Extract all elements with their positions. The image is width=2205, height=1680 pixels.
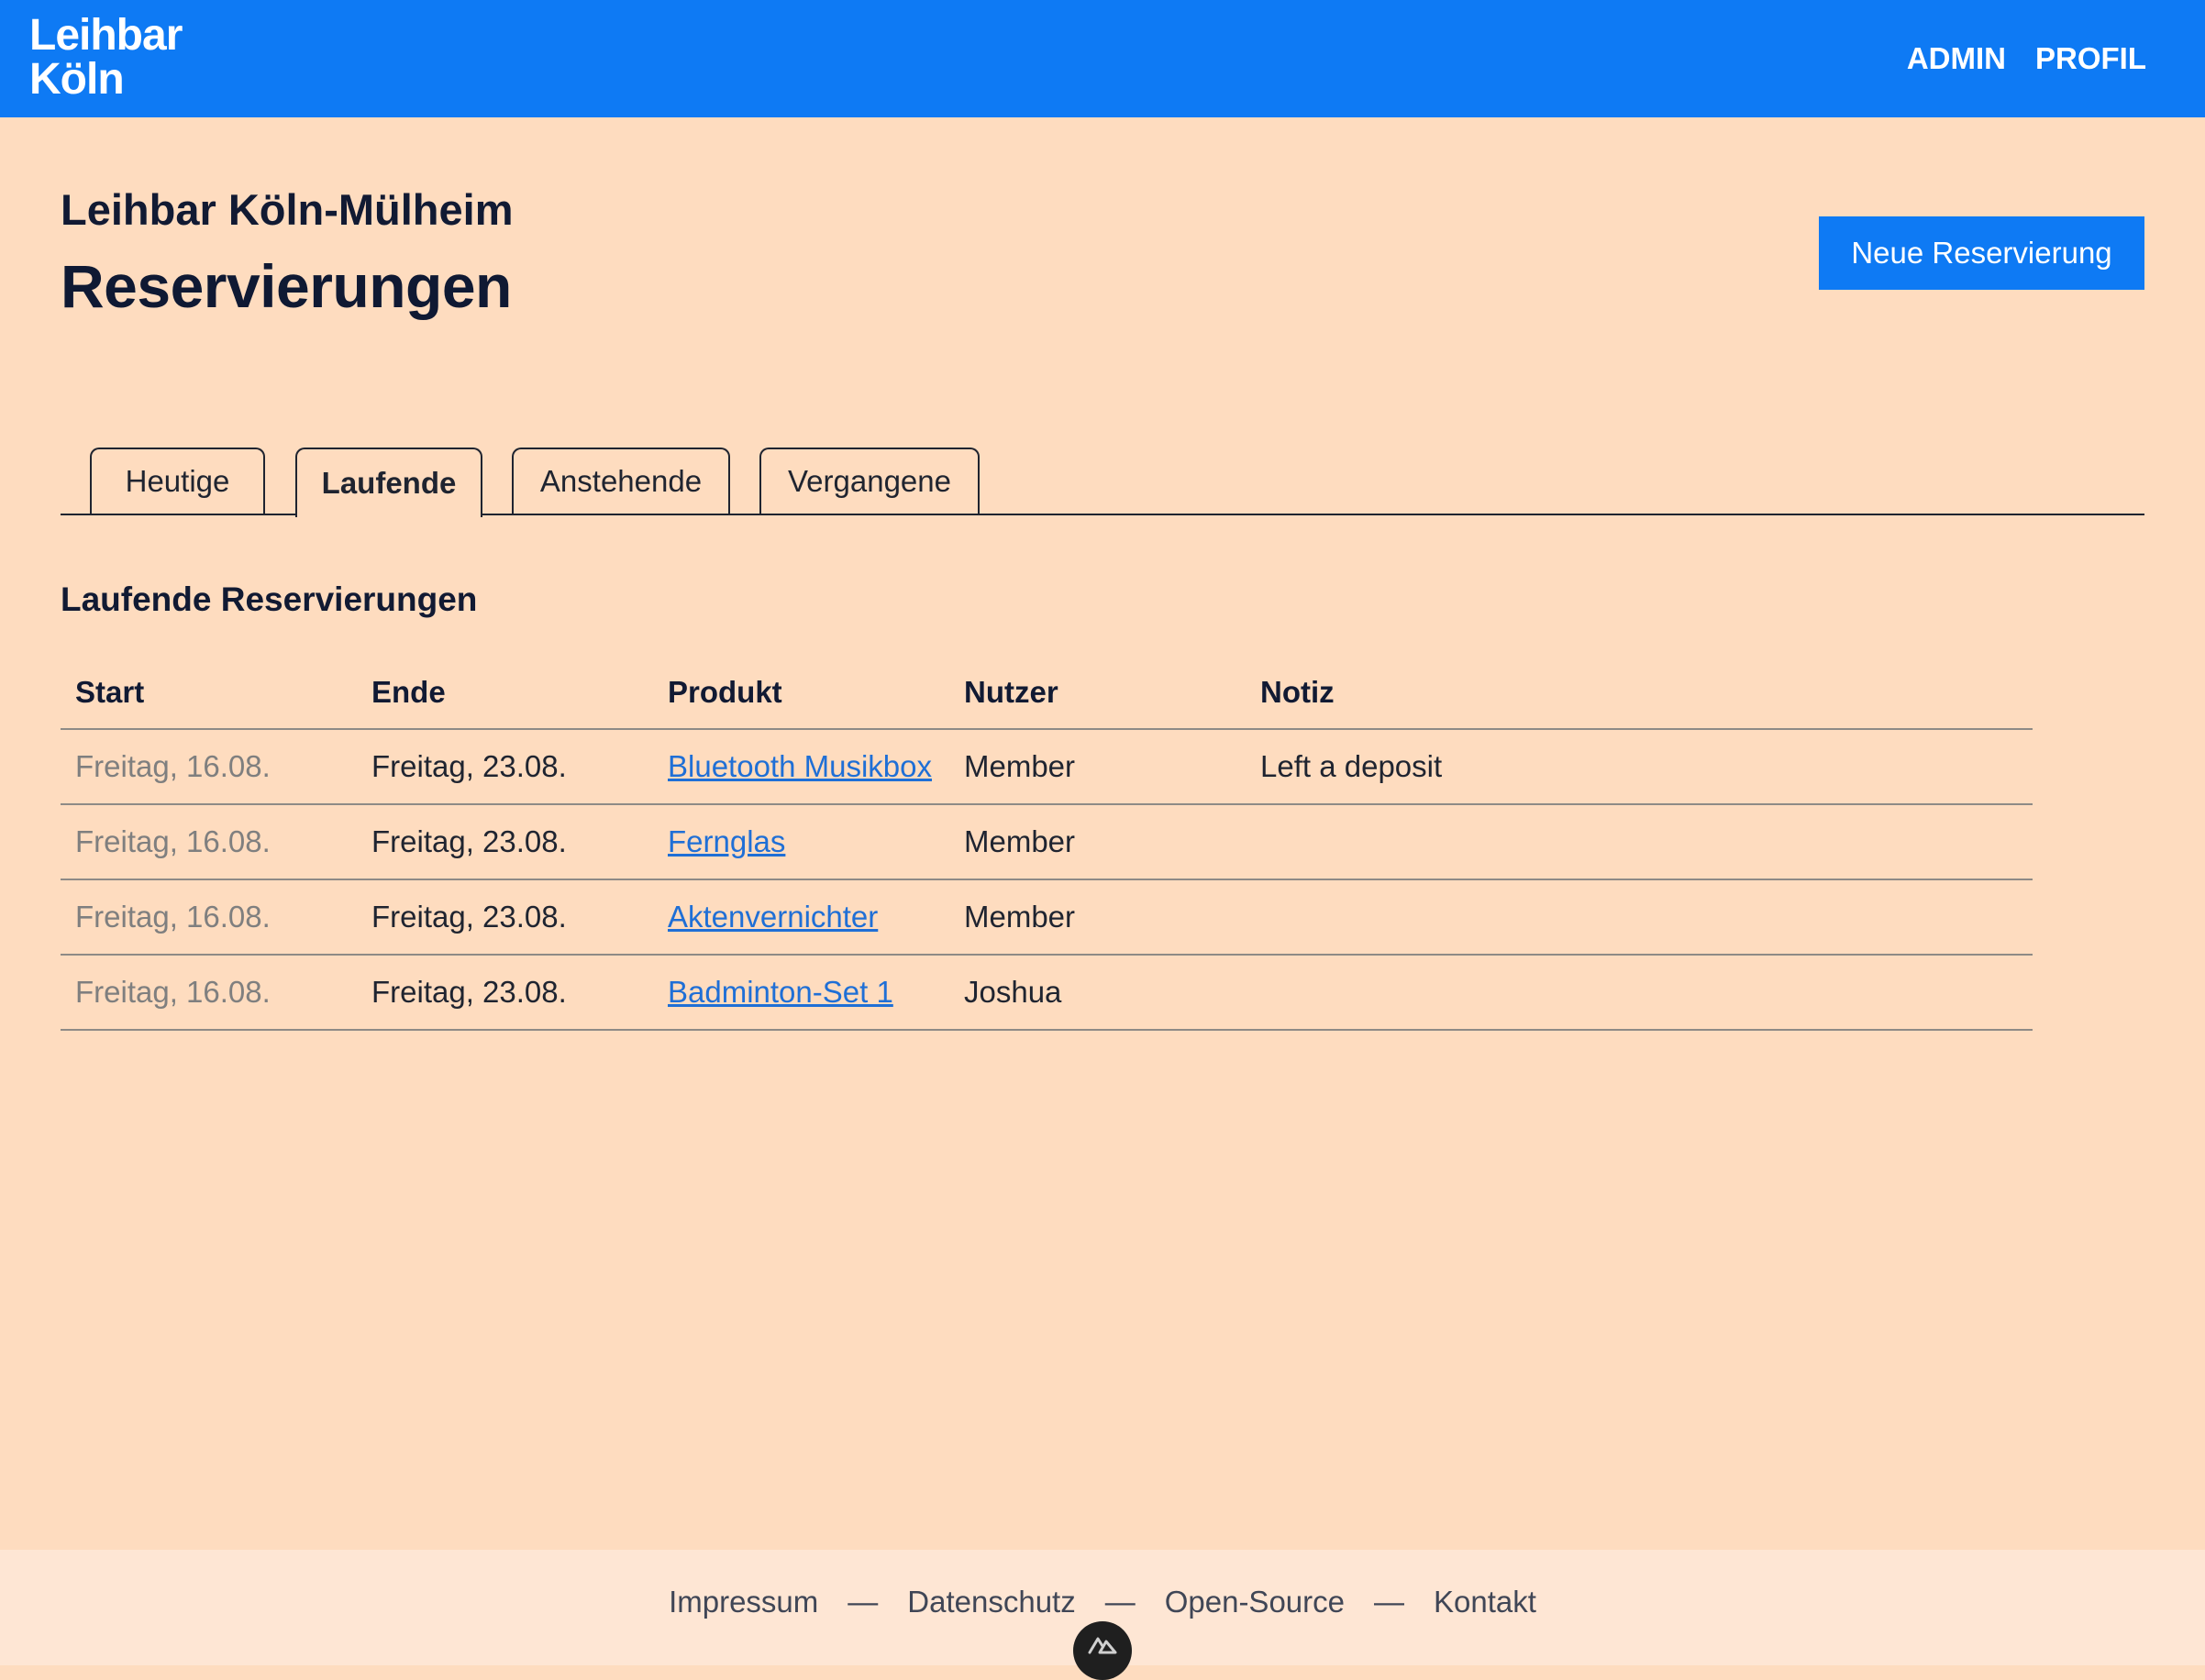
tab-laufende[interactable]: Laufende [295, 448, 482, 517]
table-row: Freitag, 16.08. Freitag, 23.08. Fernglas… [61, 804, 2033, 880]
footer-separator: — [1104, 1585, 1136, 1619]
column-header-product: Produkt [653, 656, 949, 730]
table-row: Freitag, 16.08. Freitag, 23.08. Aktenver… [61, 879, 2033, 956]
nav-admin-link[interactable]: ADMIN [1907, 40, 2006, 77]
footer-links: Impressum — Datenschutz — Open-Source — … [0, 1585, 2205, 1619]
cell-note: Left a deposit [1246, 729, 2033, 805]
footer-open-source-link[interactable]: Open-Source [1165, 1585, 1345, 1619]
footer-datenschutz-link[interactable]: Datenschutz [907, 1585, 1075, 1619]
cell-note [1246, 955, 2033, 1031]
column-header-end: Ende [357, 656, 653, 730]
nav-profil-link[interactable]: PROFIL [2035, 40, 2146, 77]
column-header-user: Nutzer [949, 656, 1246, 730]
column-header-note: Notiz [1246, 656, 2033, 730]
cell-product: Aktenvernichter [653, 879, 949, 956]
top-nav: ADMIN PROFIL [1907, 40, 2146, 77]
tab-vergangene[interactable]: Vergangene [759, 448, 980, 514]
cell-note [1246, 804, 2033, 880]
product-link[interactable]: Aktenvernichter [668, 900, 878, 934]
cell-start: Freitag, 16.08. [61, 955, 357, 1031]
logo[interactable]: Leihbar Köln [29, 11, 183, 104]
column-header-start: Start [61, 656, 357, 730]
top-bar: Leihbar Köln ADMIN PROFIL [0, 0, 2205, 117]
location-subtitle: Leihbar Köln-Mülheim [61, 185, 514, 234]
cell-end: Freitag, 23.08. [357, 879, 653, 956]
tab-anstehende[interactable]: Anstehende [512, 448, 730, 514]
footer-separator: — [848, 1585, 879, 1619]
cell-end: Freitag, 23.08. [357, 955, 653, 1031]
cell-start: Freitag, 16.08. [61, 729, 357, 805]
cell-product: Badminton-Set 1 [653, 955, 949, 1031]
tab-heutige[interactable]: Heutige [90, 448, 265, 514]
cell-end: Freitag, 23.08. [357, 804, 653, 880]
section-title: Laufende Reservierungen [61, 580, 478, 618]
logo-line-2: Köln [29, 55, 125, 104]
logo-line-1: Leihbar [29, 11, 183, 60]
cell-start: Freitag, 16.08. [61, 879, 357, 956]
nuxt-devtools-icon[interactable] [1073, 1621, 1132, 1680]
footer-impressum-link[interactable]: Impressum [669, 1585, 818, 1619]
cell-user: Member [949, 804, 1246, 880]
table-row: Freitag, 16.08. Freitag, 23.08. Badminto… [61, 955, 2033, 1031]
table-row: Freitag, 16.08. Freitag, 23.08. Bluetoot… [61, 729, 2033, 805]
cell-end: Freitag, 23.08. [357, 729, 653, 805]
cell-product: Bluetooth Musikbox [653, 729, 949, 805]
cell-user: Member [949, 729, 1246, 805]
cell-product: Fernglas [653, 804, 949, 880]
footer-separator: — [1374, 1585, 1404, 1619]
page-title: Reservierungen [61, 252, 512, 320]
cell-note [1246, 879, 2033, 956]
table-header-row: Start Ende Produkt Nutzer Notiz [61, 656, 2033, 730]
new-reservation-button[interactable]: Neue Reservierung [1819, 216, 2144, 290]
cell-start: Freitag, 16.08. [61, 804, 357, 880]
product-link[interactable]: Fernglas [668, 824, 785, 858]
product-link[interactable]: Badminton-Set 1 [668, 975, 893, 1009]
reservations-table: Start Ende Produkt Nutzer Notiz Freitag,… [61, 656, 2033, 1031]
cell-user: Joshua [949, 955, 1246, 1031]
footer-kontakt-link[interactable]: Kontakt [1434, 1585, 1536, 1619]
product-link[interactable]: Bluetooth Musikbox [668, 749, 932, 783]
cell-user: Member [949, 879, 1246, 956]
